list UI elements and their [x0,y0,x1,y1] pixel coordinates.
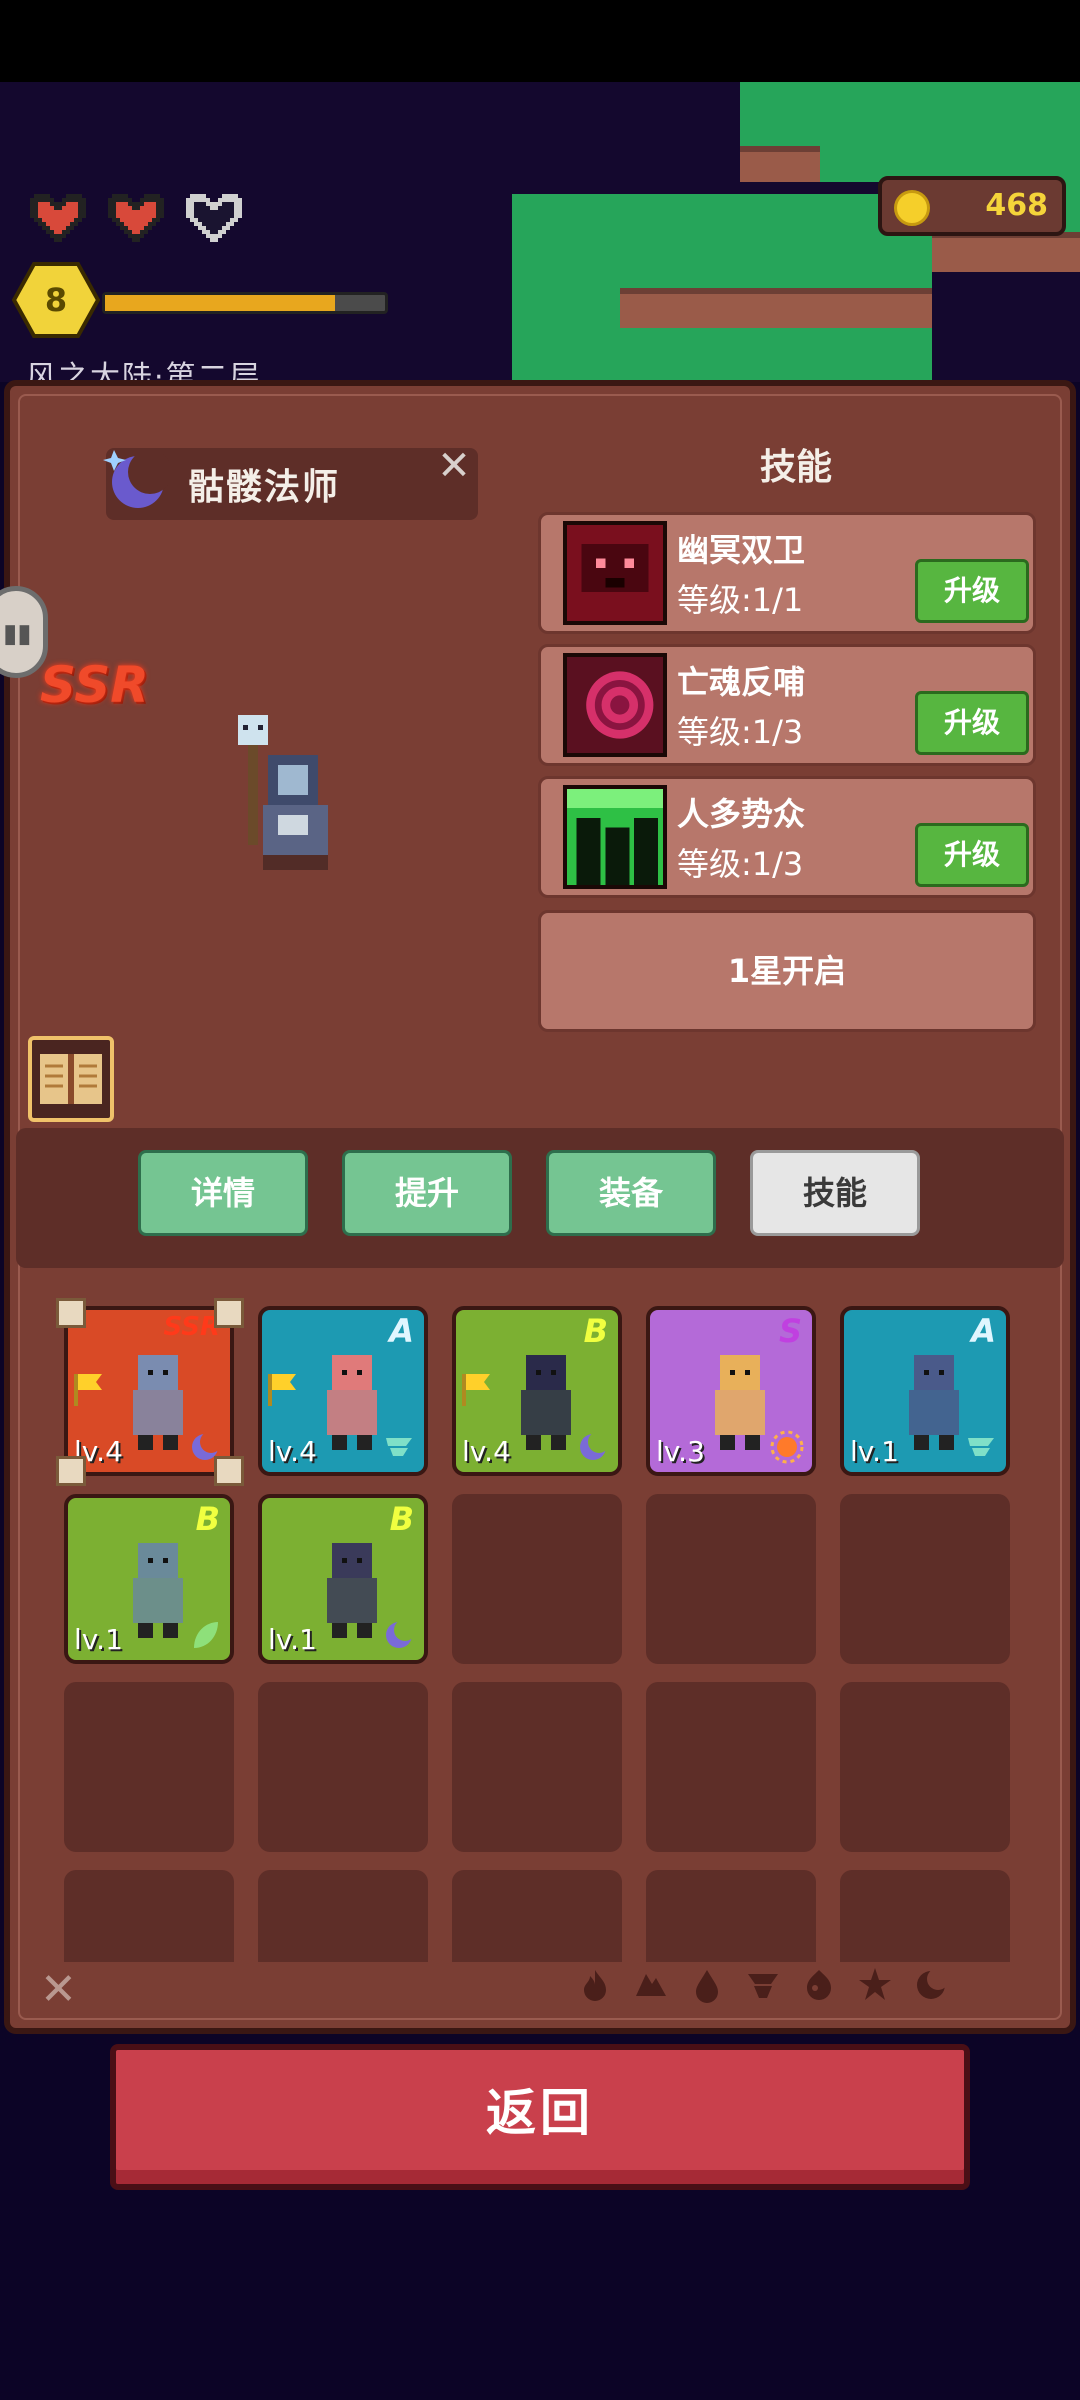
hero-rank: B [389,1500,414,1538]
empty-hero-slot [258,1870,428,1962]
skills-title: 技能 [760,447,833,488]
coin-counter: 468 [878,176,1066,236]
skill-level: 等级:1/3 [677,713,804,751]
heart-full-icon [30,194,86,242]
empty-hero-slot [64,1870,234,1962]
tab-details[interactable]: 详情 [138,1150,308,1236]
moon-element-icon [580,1431,610,1460]
coin-icon [894,190,930,226]
upgrade-button[interactable]: 升级 [915,559,1029,623]
empty-hero-slot [646,1494,816,1664]
empty-hero-slot [646,1870,816,1962]
skill-card: 亡魂反哺 等级:1/3 升级 [538,644,1036,766]
deployed-flag-icon [462,1374,490,1406]
game-screen: 8 风之大陆·第二层 468 ▮▮ 骷髅法师 ✕ SSR 技能 幽冥双卫 等级:… [0,0,1080,2400]
hero-card[interactable]: Blv.4 [452,1306,622,1476]
hero-level: lv.3 [656,1435,705,1468]
hero-rank: B [195,1500,220,1538]
hero-rarity-badge: SSR [40,656,149,714]
hero-level: lv.1 [850,1435,899,1468]
selection-corner [214,1456,244,1486]
water-icon[interactable] [688,1966,726,2004]
sun-element-icon [770,1430,804,1464]
selection-corner [56,1456,86,1486]
heart-empty-icon [186,194,242,242]
hero-rank: B [583,1312,608,1350]
hero-name: 骷髅法师 [188,467,341,508]
empty-hero-slot [452,1682,622,1852]
moon-element-icon [386,1619,416,1648]
deployed-flag-icon [74,1374,102,1406]
back-button[interactable]: 返回 [110,2044,970,2190]
element-filter-bar [576,1966,950,2004]
hero-level: lv.1 [268,1623,317,1656]
system-status-bar [0,0,1080,82]
book-icon[interactable] [28,1036,114,1122]
spiral-soul-icon [563,653,667,757]
close-icon[interactable]: ✕ [434,446,474,486]
hero-rank: SSR [163,1312,220,1342]
hero-card[interactable]: Alv.4 [258,1306,428,1476]
twin-guards-icon [563,521,667,625]
empty-hero-slot [452,1494,622,1664]
tab-equipment[interactable]: 装备 [546,1150,716,1236]
heart-full-icon [108,194,164,242]
empty-hero-slot [840,1682,1010,1852]
hero-card[interactable]: Alv.1 [840,1306,1010,1476]
hero-card[interactable]: Blv.1 [64,1494,234,1664]
empty-hero-slot [840,1494,1010,1664]
upgrade-button[interactable]: 升级 [915,691,1029,755]
holy-icon[interactable] [856,1966,894,2004]
wind-element-icon [386,1438,412,1456]
hero-level: lv.4 [462,1435,511,1468]
tab-skills[interactable]: 技能 [750,1150,920,1236]
empty-hero-slot [840,1870,1010,1962]
skill-card: 幽冥双卫 等级:1/1 升级 [538,512,1036,634]
health-hearts [26,190,246,246]
poison-icon[interactable] [800,1966,838,2004]
wind-element-icon [968,1438,994,1456]
selection-corner [214,1298,244,1328]
xp-bar-fill [105,295,335,311]
skill-level: 等级:1/3 [677,845,804,883]
earth-icon[interactable] [632,1966,670,2004]
close-icon[interactable]: ✕ [40,1964,77,2015]
hero-card[interactable]: Blv.1 [258,1494,428,1664]
hero-rank: A [971,1312,996,1350]
empty-hero-slot [452,1870,622,1962]
player-level: 8 [44,281,68,319]
hero-rank: S [778,1312,802,1350]
tab-upgrade[interactable]: 提升 [342,1150,512,1236]
leaf-element-icon [194,1622,218,1648]
upgrade-button[interactable]: 升级 [915,823,1029,887]
skill-card: 人多势众 等级:1/3 升级 [538,776,1036,898]
skill-name: 幽冥双卫 [677,531,806,569]
dark-icon[interactable] [912,1966,950,2004]
empty-hero-slot [64,1682,234,1852]
hero-level: lv.1 [74,1623,123,1656]
coin-amount: 468 [985,188,1048,223]
skeleton-mage-sprite [238,715,328,870]
crowd-icon [563,785,667,889]
skill-name: 人多势众 [677,795,806,833]
locked-skill-slot: 1星开启 [538,910,1036,1032]
selection-corner [56,1298,86,1328]
hero-level: lv.4 [268,1435,317,1468]
wind-icon[interactable] [744,1966,782,2004]
deployed-flag-icon [268,1374,296,1406]
fire-icon[interactable] [576,1966,614,2004]
empty-hero-slot [258,1682,428,1852]
hero-card[interactable]: Slv.3 [646,1306,816,1476]
hero-card[interactable]: SSR lv.4 [56,1298,244,1486]
empty-hero-slot [646,1682,816,1852]
moon-star-icon [103,450,170,508]
hero-rank: A [389,1312,414,1350]
skill-level: 等级:1/1 [677,581,804,619]
xp-bar [102,292,388,314]
skill-name: 亡魂反哺 [677,663,806,701]
